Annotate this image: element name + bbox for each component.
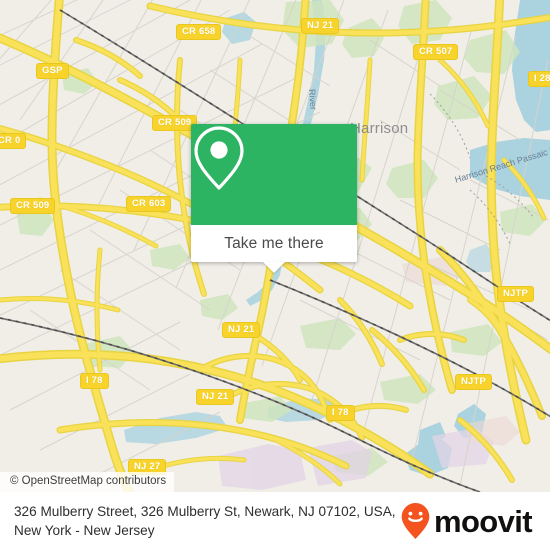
road-shield: GSP [36,63,69,79]
take-me-there-button[interactable]: Take me there [191,225,357,262]
map-canvas[interactable]: CR 658 NJ 21 CR 507 I 28 GSP CR 509 CR 0 CR 509… [0,0,550,492]
take-me-there-label: Take me there [224,234,324,252]
osm-attribution[interactable]: © OpenStreetMap contributors [0,472,175,492]
road-shield: I 28 [528,71,550,87]
location-popup-card[interactable]: Take me there [191,124,357,273]
moovit-pin-smile-icon [401,503,430,539]
moovit-logo[interactable]: moovit [400,502,536,540]
road-shield: I 78 [326,405,355,421]
road-shield: CR 507 [413,44,459,60]
address-text: 326 Mulberry Street, 326 Mulberry St, Ne… [14,504,396,538]
footer-bar: 326 Mulberry Street, 326 Mulberry St, Ne… [0,492,550,550]
water-label-river: River [307,88,319,111]
road-shield: NJTP [455,374,493,390]
moovit-wordmark: moovit [433,503,533,539]
road-shield: NJ 21 [222,322,261,338]
place-label: Harrison [350,120,409,137]
road-shield: CR 0 [0,133,27,149]
map-pin-icon [194,126,244,190]
road-shield: CR 509 [10,198,56,214]
road-shield: I 78 [80,373,109,389]
road-shield: NJTP [497,286,535,302]
road-shield: CR 658 [176,24,222,40]
road-shield: NJ 21 [301,18,340,34]
popup-image-area [191,124,357,225]
road-shield: CR 603 [126,196,172,212]
map-screenshot-root: CR 658 NJ 21 CR 507 I 28 GSP CR 509 CR 0 CR 509… [0,0,550,550]
popup-pointer-tail [263,262,285,273]
road-shield: NJ 21 [196,389,235,405]
